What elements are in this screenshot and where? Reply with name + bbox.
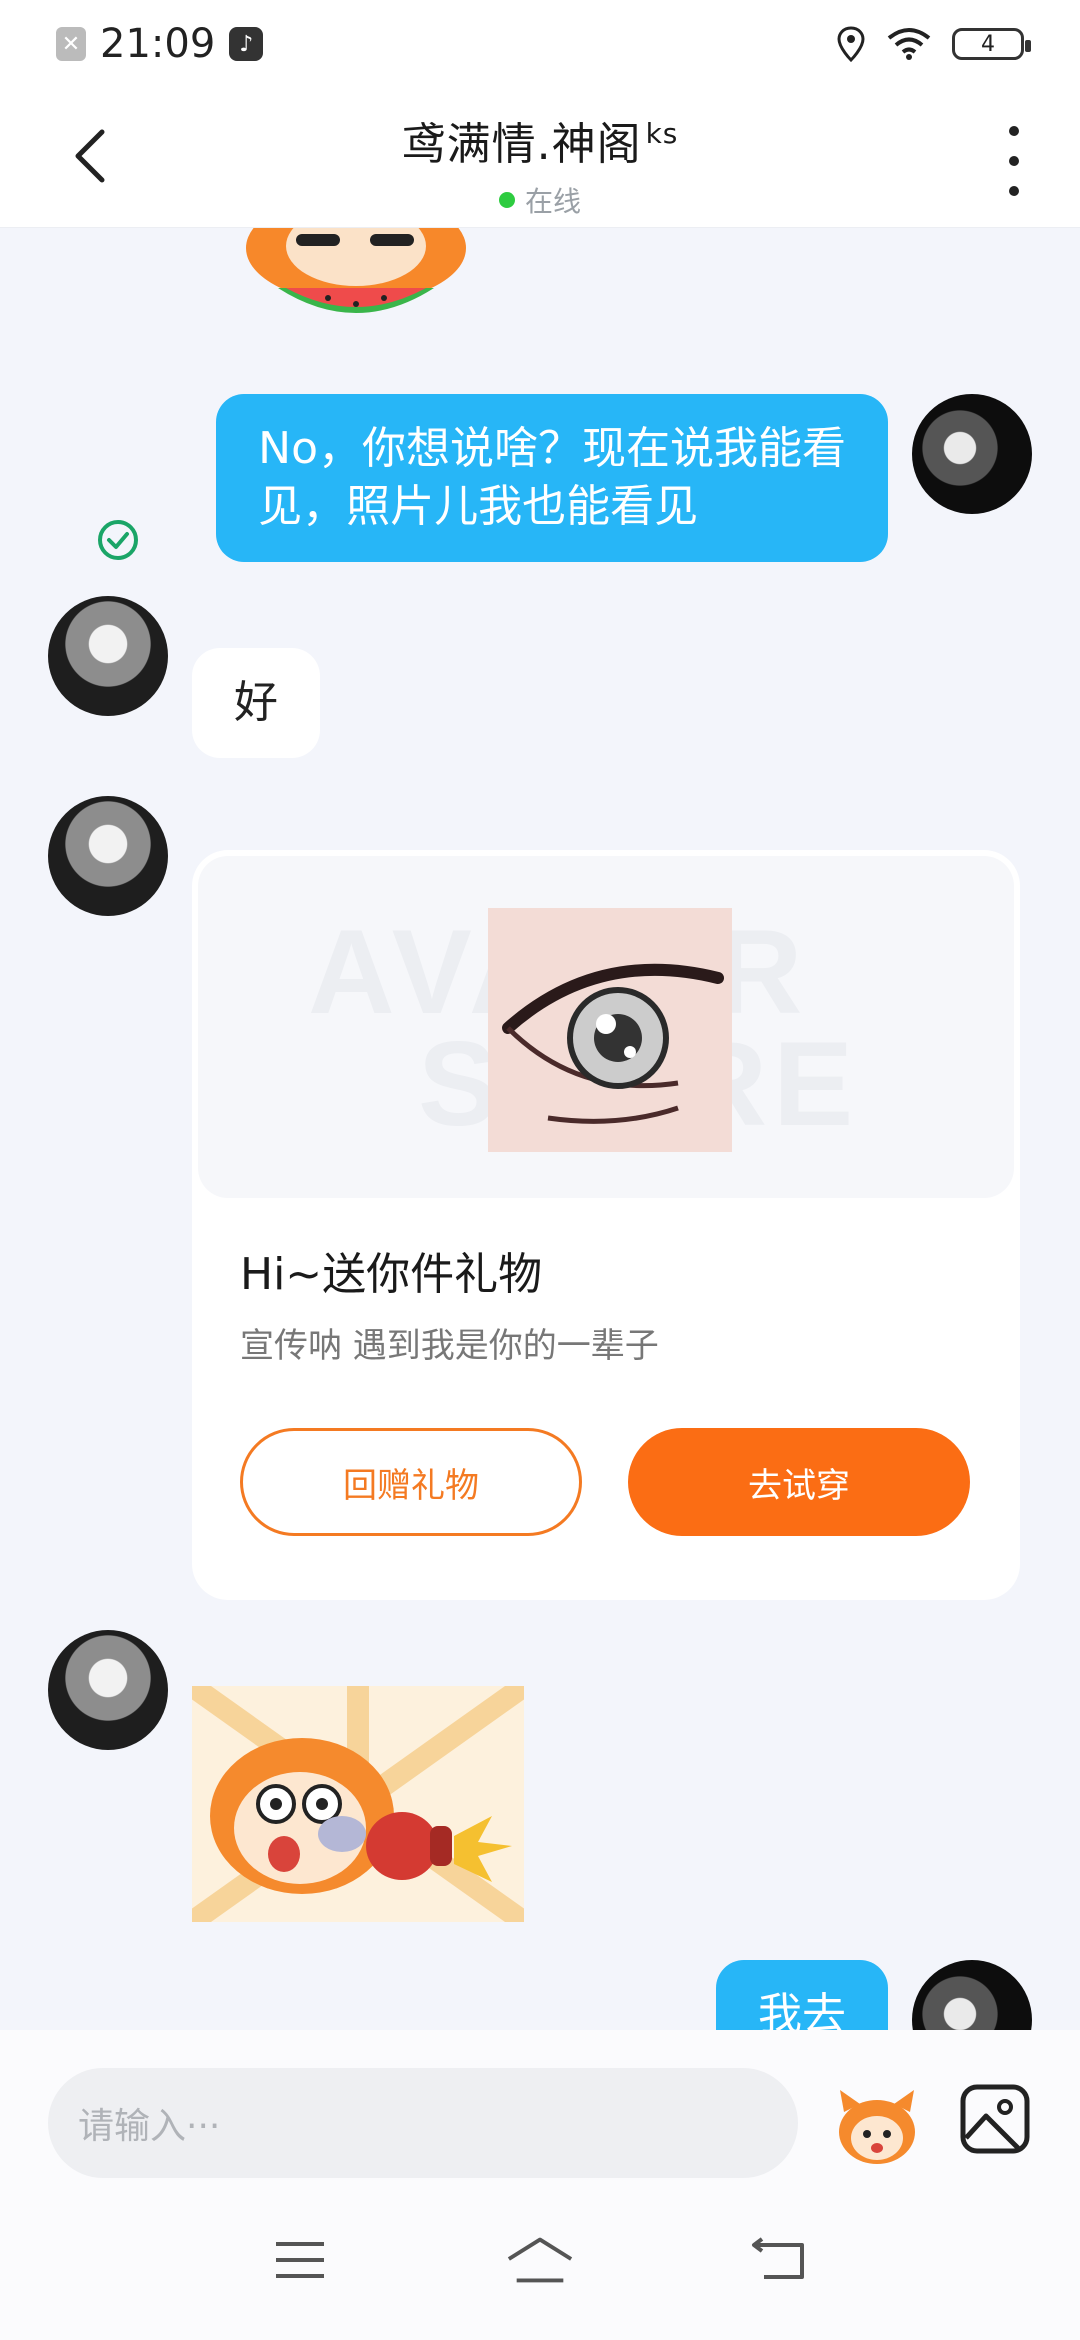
- online-dot-icon: [498, 192, 515, 208]
- contact-avatar[interactable]: [48, 596, 168, 716]
- return-gift-button[interactable]: 回赠礼物: [240, 1428, 582, 1536]
- menu-nav-button[interactable]: [265, 2230, 335, 2290]
- contact-avatar[interactable]: [48, 796, 168, 916]
- sticker-button[interactable]: [834, 2082, 920, 2168]
- input-placeholder: 请输入···: [78, 2106, 221, 2147]
- punch-sticker[interactable]: [192, 1686, 524, 1922]
- contact-name: 鸢满情.神阁 ks: [0, 108, 1080, 172]
- try-on-button[interactable]: 去试穿: [628, 1428, 970, 1536]
- status-left: ✕ 21:09 ♪: [56, 21, 264, 67]
- message-text: 我去: [758, 1989, 846, 2030]
- back-nav-button[interactable]: [745, 2230, 815, 2290]
- chat-message-list[interactable]: No，你想说啥？现在说我能看 见，照片儿我也能看见 好 AVATAR STORE: [0, 228, 1080, 2030]
- my-avatar[interactable]: [912, 394, 1032, 514]
- more-options-button[interactable]: [994, 126, 1034, 196]
- message-input[interactable]: 请输入···: [48, 2068, 798, 2178]
- gift-image-area: AVATAR STORE: [198, 856, 1014, 1198]
- notification-chip-icon: ✕: [56, 27, 86, 61]
- status-right: 4: [836, 26, 1031, 62]
- back-icon: [752, 2237, 804, 2279]
- chat-header: 鸢满情.神阁 ks 在线: [0, 88, 1080, 228]
- status-time: 21:09: [100, 21, 216, 67]
- message-bubble-sent[interactable]: 我去: [716, 1960, 888, 2030]
- more-dot-icon: [1009, 126, 1019, 136]
- message-text-line: No，你想说啥？现在说我能看: [258, 423, 846, 474]
- battery-icon: 4: [952, 28, 1031, 60]
- home-icon: [507, 2237, 573, 2283]
- more-dot-icon: [1009, 186, 1019, 196]
- contact-info[interactable]: 鸢满情.神阁 ks 在线: [0, 108, 1080, 220]
- location-icon: [837, 26, 865, 62]
- image-picker-icon[interactable]: [958, 2082, 1032, 2156]
- gift-card[interactable]: AVATAR STORE Hi~送你件礼物 宣传呐 遇到我是你的一辈子 回赠礼物…: [192, 850, 1020, 1600]
- watermelon-sticker[interactable]: [238, 228, 474, 338]
- message-input-bar: 请输入···: [0, 2030, 1080, 2180]
- gift-subtitle: 宣传呐 遇到我是你的一辈子: [240, 1326, 659, 1366]
- status-bar: ✕ 21:09 ♪ 4: [0, 0, 1080, 88]
- menu-icon: [276, 2242, 324, 2278]
- message-text-line: 见，照片儿我也能看见: [258, 481, 699, 532]
- message-bubble-received[interactable]: 好: [192, 648, 320, 758]
- system-nav-bar: [0, 2180, 1080, 2340]
- read-check-icon: [98, 520, 138, 560]
- tiktok-icon: ♪: [229, 27, 264, 61]
- battery-level: 4: [981, 31, 995, 57]
- eye-item-image: [488, 908, 732, 1152]
- contact-name-text: 鸢满情.神阁: [401, 119, 642, 170]
- message-text: 好: [234, 677, 278, 728]
- online-status-text: 在线: [524, 185, 581, 218]
- wifi-icon: [887, 28, 931, 60]
- my-avatar[interactable]: [912, 1960, 1032, 2030]
- message-bubble-sent[interactable]: No，你想说啥？现在说我能看 见，照片儿我也能看见: [216, 394, 888, 562]
- gift-title: Hi~送你件礼物: [240, 1249, 543, 1300]
- contact-name-suffix: ks: [645, 117, 679, 151]
- online-status: 在线: [498, 180, 581, 220]
- home-nav-button[interactable]: [505, 2230, 575, 2290]
- contact-avatar[interactable]: [48, 1630, 168, 1750]
- more-dot-icon: [1009, 156, 1019, 166]
